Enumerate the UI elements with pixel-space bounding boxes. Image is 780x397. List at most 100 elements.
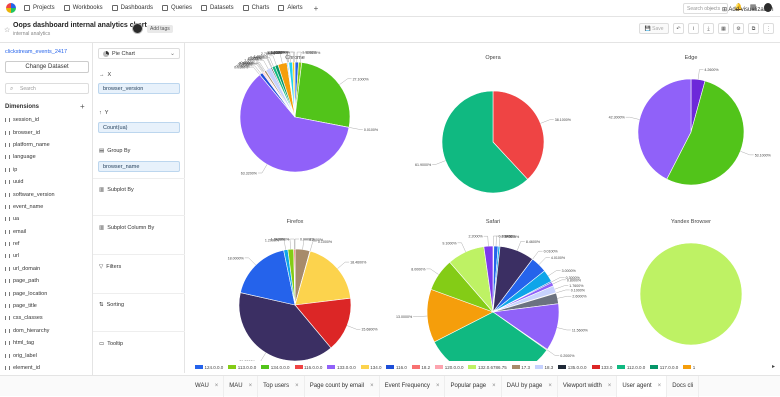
legend-item[interactable]: 116.0.0.0 <box>295 365 323 370</box>
dimension-item[interactable]: element_id <box>5 362 89 374</box>
nav-item-projects[interactable]: Projects <box>24 5 55 11</box>
dimension-item[interactable]: session_id <box>5 114 89 126</box>
nav-item-charts[interactable]: Charts <box>243 5 270 11</box>
close-tab-icon[interactable]: × <box>215 383 219 389</box>
dimension-item[interactable]: ref <box>5 238 89 250</box>
close-tab-icon[interactable]: × <box>492 383 496 389</box>
legend-item[interactable]: 133.0 <box>592 365 613 370</box>
legend-item[interactable]: 18.2 <box>412 365 430 370</box>
dimension-item[interactable]: html_tag <box>5 337 89 349</box>
dimension-item[interactable]: page_title <box>5 300 89 312</box>
legend-item[interactable]: 116.0 <box>386 365 406 370</box>
legend-item[interactable]: 117.0.0.0 <box>650 365 678 370</box>
tab-dau-by-page[interactable]: DAU by page× <box>502 376 558 397</box>
tab-wau[interactable]: WAU× <box>190 376 224 397</box>
favorite-star-icon[interactable]: ☆ <box>4 26 10 34</box>
legend-item[interactable]: 17.3 <box>512 365 530 370</box>
legend-item[interactable]: 113.0.0.0 <box>228 365 256 370</box>
tab-mau[interactable]: MAU× <box>224 376 258 397</box>
owner-avatar[interactable] <box>132 23 143 34</box>
legend-item[interactable]: 135.0.0.0 <box>558 365 586 370</box>
new-tab-plus-icon[interactable]: + <box>314 4 319 13</box>
pie-slice[interactable] <box>295 62 350 127</box>
legend-item[interactable]: 124.0.0.0 <box>195 365 223 370</box>
add-dimension-icon[interactable]: + <box>80 102 85 111</box>
dimension-item[interactable]: browser_id <box>5 126 89 138</box>
dimension-item[interactable]: ua <box>5 213 89 225</box>
legend-item[interactable]: 134.0.0.0 <box>261 365 289 370</box>
pie-chart-safari[interactable]: Safari0.2000%1.0400%0.4600%8.4600%0.0100… <box>396 219 589 361</box>
legend-item[interactable]: 133.0.0.0 <box>327 365 355 370</box>
close-tab-icon[interactable]: × <box>608 383 612 389</box>
add-visualization-button[interactable]: ⊞ Add visualization <box>722 6 773 13</box>
change-dataset-button[interactable]: Change Dataset <box>5 61 89 73</box>
undo-icon[interactable]: ↶ <box>673 23 684 34</box>
nav-item-dashboards[interactable]: Dashboards <box>112 5 153 11</box>
subplot-column-by-label[interactable]: ▥Subplot Column By <box>99 225 154 231</box>
dimension-item[interactable]: email <box>5 226 89 238</box>
close-tab-icon[interactable]: × <box>249 383 253 389</box>
tab-docs-cli[interactable]: Docs cli <box>667 376 699 397</box>
add-tags-button[interactable]: Add tags <box>147 25 173 33</box>
close-tab-icon[interactable]: × <box>370 383 374 389</box>
dimension-item[interactable]: software_version <box>5 188 89 200</box>
x-field-pill[interactable]: browser_version <box>98 83 180 94</box>
legend-item[interactable]: 132.0.6786.75 <box>468 365 506 370</box>
nav-item-workbooks[interactable]: Workbooks <box>64 5 103 11</box>
dimension-item[interactable]: url <box>5 250 89 262</box>
dimension-item[interactable]: platform_name <box>5 139 89 151</box>
layout-icon[interactable]: ▦ <box>718 23 729 34</box>
chart-title[interactable]: Oops dashboard internal analytics chart <box>13 22 147 29</box>
legend-item[interactable]: 1 <box>683 365 695 370</box>
tab-event-frequency[interactable]: Event Frequency× <box>380 376 446 397</box>
close-tab-icon[interactable]: × <box>548 383 552 389</box>
chart-type-select[interactable]: Pie Chart⌄ <box>98 48 180 59</box>
settings-icon[interactable]: ⚙ <box>733 23 744 34</box>
pie-chart-firefox[interactable]: Firefox4.2600%0.1000%18.4600%15.6800%39.… <box>228 219 379 361</box>
close-tab-icon[interactable]: × <box>436 383 440 389</box>
legend-item[interactable]: 134.0 <box>361 365 382 370</box>
dimension-item[interactable]: url_domain <box>5 263 89 275</box>
dataset-name-link[interactable]: clickstream_events_2417 <box>5 49 67 55</box>
tab-user-agent[interactable]: User agent× <box>617 376 667 397</box>
sorting-label[interactable]: ⇅Sorting <box>99 302 124 308</box>
dimension-item[interactable]: ip <box>5 164 89 176</box>
nav-item-datasets[interactable]: Datasets <box>201 5 234 11</box>
tab-popular-page[interactable]: Popular page× <box>445 376 501 397</box>
nav-item-queries[interactable]: Queries <box>162 5 192 11</box>
close-tab-icon[interactable]: × <box>658 383 662 389</box>
subplot-by-label[interactable]: ▥Subplot By <box>99 187 134 193</box>
info-icon[interactable]: i <box>688 23 699 34</box>
dimension-item[interactable]: language <box>5 151 89 163</box>
pie-chart-opera[interactable]: Opera38.1000%61.9000% <box>415 55 572 193</box>
save-button[interactable]: 💾 Save <box>639 23 669 34</box>
dimension-item[interactable]: css_classes <box>5 312 89 324</box>
y-field-pill[interactable]: Count(ua) <box>98 122 180 133</box>
dimension-item[interactable]: page_location <box>5 287 89 299</box>
pie-chart-chrome[interactable]: Chrome1.0800%0.9600%27.1000%0.0100%63.32… <box>234 51 379 176</box>
legend-item[interactable]: 120.0.0.0 <box>435 365 463 370</box>
copy-icon[interactable]: ⧉ <box>748 23 759 34</box>
pie-slice[interactable] <box>640 243 742 345</box>
filters-label[interactable]: ▽Filters <box>99 264 121 270</box>
legend-next-icon[interactable]: ▸ <box>772 363 775 370</box>
tab-viewport-width[interactable]: Viewport width× <box>558 376 617 397</box>
tooltip-label[interactable]: ▭Tooltip <box>99 341 123 347</box>
app-logo-icon[interactable] <box>6 3 16 13</box>
pie-chart-edge[interactable]: Edge4.2600%53.1000%42.3000% <box>609 55 772 185</box>
more-tabs-icon[interactable]: ··· <box>709 6 715 12</box>
legend-item[interactable]: 112.0.0.0 <box>617 365 645 370</box>
dimension-item[interactable]: uuid <box>5 176 89 188</box>
pie-chart-yandex-browser[interactable]: Yandex Browser <box>640 219 742 345</box>
dimension-item[interactable]: page_path <box>5 275 89 287</box>
tab-top-users[interactable]: Top users× <box>258 376 305 397</box>
dimension-item[interactable]: orig_label <box>5 349 89 361</box>
download-icon[interactable]: ⤓ <box>703 23 714 34</box>
more-icon[interactable]: ⋮ <box>763 23 774 34</box>
legend-item[interactable]: 18.3 <box>535 365 553 370</box>
nav-item-alerts[interactable]: Alerts <box>278 5 302 11</box>
dimension-search-input[interactable]: ⌕Search <box>5 83 89 94</box>
dimension-item[interactable]: dom_hierarchy <box>5 325 89 337</box>
close-tab-icon[interactable]: × <box>295 383 299 389</box>
tab-page-count-by-email[interactable]: Page count by email× <box>305 376 380 397</box>
